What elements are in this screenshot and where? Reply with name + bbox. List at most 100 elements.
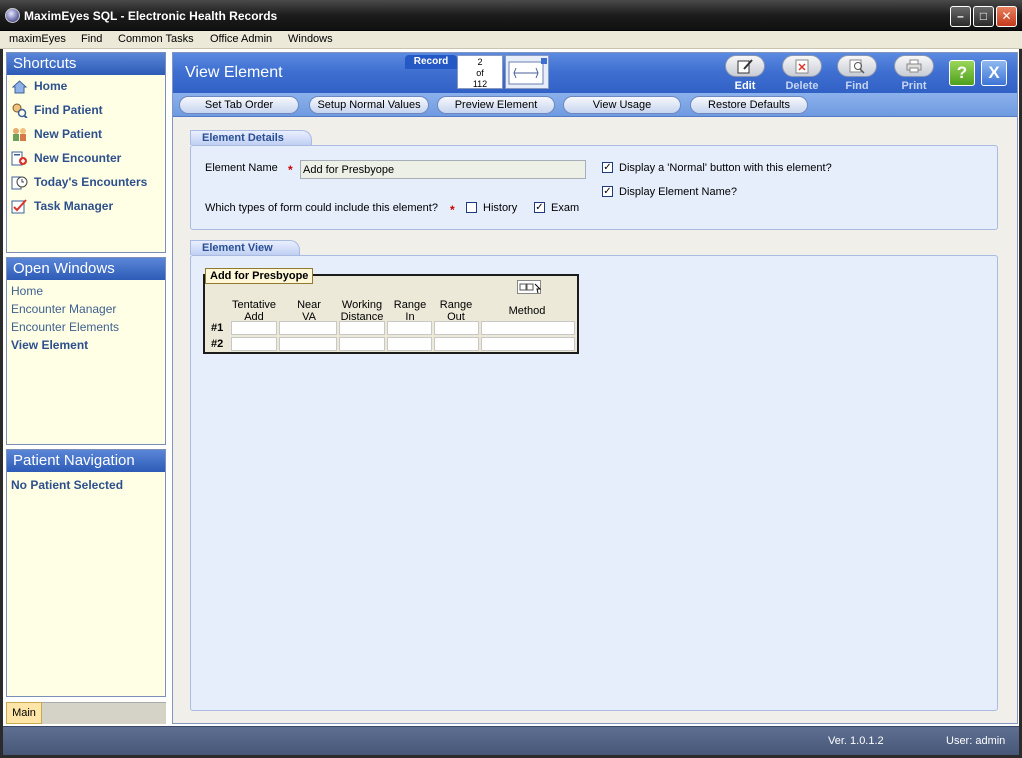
edit-label: Edit	[734, 80, 756, 92]
patient-navigation-panel: Patient Navigation No Patient Selected	[6, 449, 166, 697]
find-patient-icon	[11, 103, 28, 120]
element-details-tab: Element Details	[190, 130, 312, 145]
cell-near-va-2[interactable]	[279, 337, 337, 351]
menu-common-tasks[interactable]: Common Tasks	[118, 33, 194, 45]
preview-element-button[interactable]: Preview Element	[437, 96, 555, 114]
find-button[interactable]: Find	[834, 55, 880, 92]
cell-range-in-1[interactable]	[387, 321, 432, 335]
row-label-2: #2	[211, 338, 224, 350]
help-button[interactable]: ?	[949, 60, 975, 86]
menu-bar: maximEyes Find Common Tasks Office Admin…	[0, 31, 1022, 49]
title-bar: MaximEyes SQL - Electronic Health Record…	[0, 0, 1022, 31]
display-name-checkbox[interactable]: ✓	[602, 186, 613, 197]
set-tab-order-button[interactable]: Set Tab Order	[179, 96, 299, 114]
delete-label: Delete	[785, 80, 819, 92]
view-usage-button[interactable]: View Usage	[563, 96, 681, 114]
open-window-encounter-elements[interactable]: Encounter Elements	[11, 320, 119, 334]
shortcuts-panel: Shortcuts Home Find Patient New Patient …	[6, 52, 166, 253]
menu-windows[interactable]: Windows	[288, 33, 333, 45]
user-text: User: admin	[946, 735, 1006, 747]
shortcut-label: Home	[34, 79, 68, 93]
menu-find[interactable]: Find	[81, 33, 102, 45]
close-view-button[interactable]: X	[981, 60, 1007, 86]
header-bar: View Element Record 2 of 112 Edit Delete…	[173, 53, 1017, 93]
find-icon	[837, 55, 877, 77]
element-view-tab: Element View	[190, 240, 300, 255]
open-window-view-element[interactable]: View Element	[11, 338, 88, 352]
shortcut-label: New Patient	[34, 127, 103, 141]
col-method: Method	[508, 305, 546, 317]
action-button-row: Set Tab Order Setup Normal Values Previe…	[173, 93, 1017, 117]
record-counter: 2 of 112	[457, 55, 503, 89]
open-window-home[interactable]: Home	[11, 284, 43, 298]
col-tentative-add: Tentative Add	[231, 299, 277, 323]
row-label-1: #1	[211, 322, 224, 334]
col-near-va: Near VA	[297, 299, 321, 323]
col-range-out: Range Out	[439, 299, 473, 323]
shortcut-home[interactable]: Home	[11, 77, 67, 95]
menu-maximeyes[interactable]: maximEyes	[9, 33, 66, 45]
cell-range-out-1[interactable]	[434, 321, 479, 335]
normal-button-checkbox[interactable]: ✓	[602, 162, 613, 173]
element-name-field[interactable]	[300, 160, 586, 179]
cell-working-distance-2[interactable]	[339, 337, 385, 351]
cell-tentative-add-2[interactable]	[231, 337, 277, 351]
restore-defaults-button[interactable]: Restore Defaults	[690, 96, 808, 114]
shortcut-label: New Encounter	[34, 151, 122, 165]
print-button[interactable]: Print	[891, 55, 937, 92]
record-current: 2	[477, 57, 483, 67]
edit-icon	[725, 55, 765, 77]
cell-range-out-2[interactable]	[434, 337, 479, 351]
tab-main[interactable]: Main	[6, 702, 42, 724]
shortcut-label: Task Manager	[34, 199, 114, 213]
element-details-section: Element Name * Which types of form could…	[190, 145, 998, 230]
exam-checkbox[interactable]: ✓	[534, 202, 545, 213]
find-label: Find	[845, 80, 869, 92]
record-of: of	[476, 68, 484, 78]
shortcut-task-manager[interactable]: Task Manager	[11, 197, 113, 215]
required-marker: *	[450, 203, 455, 217]
shortcut-new-patient[interactable]: New Patient	[11, 125, 102, 143]
cell-tentative-add-1[interactable]	[231, 321, 277, 335]
setup-normal-values-button[interactable]: Setup Normal Values	[309, 96, 429, 114]
required-marker: *	[288, 163, 293, 177]
new-encounter-icon	[11, 151, 28, 166]
maximize-button[interactable]: □	[973, 6, 994, 27]
open-window-encounter-manager[interactable]: Encounter Manager	[11, 302, 116, 316]
shortcut-label: Today's Encounters	[34, 175, 148, 189]
shortcut-todays-encounters[interactable]: Today's Encounters	[11, 173, 147, 191]
normal-button-label: Display a 'Normal' button with this elem…	[619, 162, 832, 174]
shortcuts-title: Shortcuts	[7, 53, 165, 75]
cell-working-distance-1[interactable]	[339, 321, 385, 335]
col-working-distance: Working Distance	[340, 299, 384, 323]
clock-icon	[11, 175, 28, 190]
method-picker-icon[interactable]	[517, 280, 542, 294]
open-windows-panel: Open Windows Home Encounter Manager Enco…	[6, 257, 166, 445]
delete-button[interactable]: Delete	[779, 55, 825, 92]
status-bar: Ver. 1.0.1.2 User: admin	[3, 726, 1019, 755]
element-name-label: Element Name	[205, 162, 278, 174]
close-window-button[interactable]: ✕	[996, 6, 1017, 27]
cell-method-2[interactable]	[481, 337, 575, 351]
minimize-button[interactable]: –	[950, 6, 971, 27]
shortcut-label: Find Patient	[34, 103, 103, 117]
window-title: MaximEyes SQL - Electronic Health Record…	[24, 9, 278, 23]
record-navigator-icon[interactable]	[505, 55, 549, 89]
cell-near-va-1[interactable]	[279, 321, 337, 335]
version-text: Ver. 1.0.1.2	[828, 735, 884, 747]
element-preview: Add for Presbyope Tentative Add Near VA Wo…	[203, 268, 579, 354]
display-name-label: Display Element Name?	[619, 186, 737, 198]
edit-button[interactable]: Edit	[722, 55, 768, 92]
menu-office-admin[interactable]: Office Admin	[210, 33, 272, 45]
record-label: Record	[405, 55, 457, 69]
print-icon	[894, 55, 934, 77]
patient-status: No Patient Selected	[11, 478, 124, 492]
shortcut-new-encounter[interactable]: New Encounter	[11, 149, 121, 167]
history-checkbox[interactable]	[466, 202, 477, 213]
tab-strip	[42, 702, 166, 724]
cell-method-1[interactable]	[481, 321, 575, 335]
record-total: 112	[472, 79, 488, 89]
exam-label: Exam	[551, 202, 580, 214]
cell-range-in-2[interactable]	[387, 337, 432, 351]
shortcut-find-patient[interactable]: Find Patient	[11, 101, 103, 120]
